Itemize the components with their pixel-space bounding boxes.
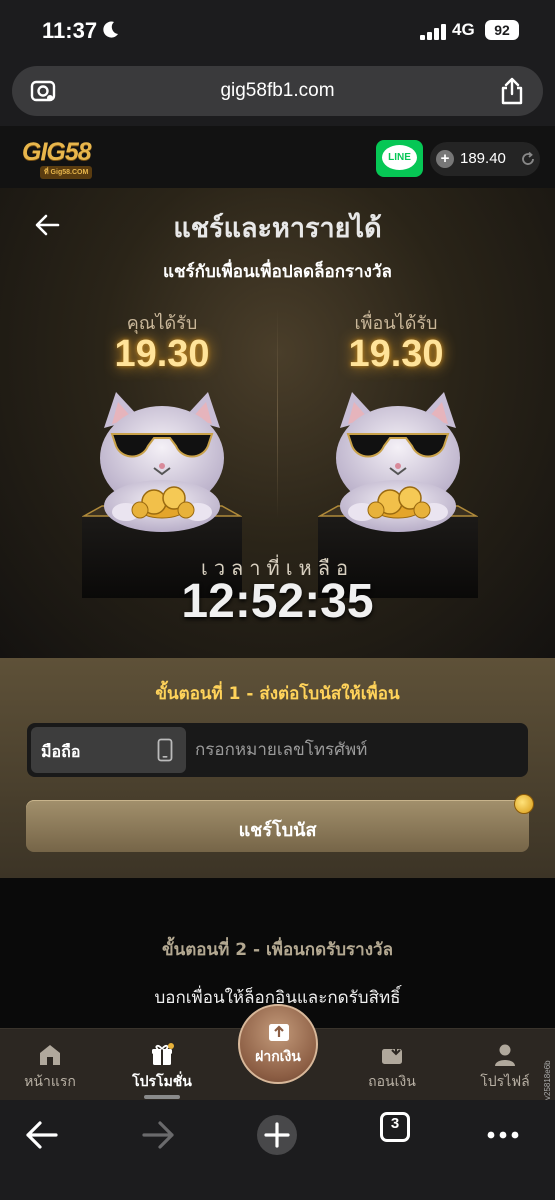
line-contact-button[interactable]: LINE <box>376 140 423 177</box>
wallet-icon <box>382 1045 402 1064</box>
you-get-value: 19.30 <box>114 333 210 375</box>
nav-home-label: หน้าแรก <box>24 1074 76 1090</box>
nav-profile-label: โปรไฟล์ <box>480 1074 530 1090</box>
share-bonus-label: แชร์โบนัส <box>238 820 317 841</box>
step1-panel: ขั้นตอนที่ 1 - ส่งต่อโบนัสให้เพื่อน มือถ… <box>0 658 555 878</box>
page-title: แชร์และหารายได้ <box>173 213 382 244</box>
countdown-timer: 12:52:35 <box>181 575 374 628</box>
deposit-button[interactable]: ฝากเงิน <box>238 1004 318 1084</box>
user-icon <box>495 1044 515 1066</box>
reward-divider <box>277 308 278 518</box>
moon-icon <box>103 21 118 38</box>
nav-promotions[interactable]: โปรโมชั่น <box>112 1029 212 1101</box>
line-icon: LINE <box>382 145 417 170</box>
plus-icon[interactable]: + <box>436 150 454 168</box>
phone-number-input[interactable] <box>195 727 515 773</box>
logo-text: GIG58 <box>22 138 92 166</box>
nav-withdraw-label: ถอนเงิน <box>368 1074 416 1090</box>
site-logo[interactable]: GIG58 ที่ Gig58.COM <box>22 136 122 180</box>
active-tab-indicator <box>144 1095 180 1099</box>
version-text: v25818e6b <box>543 1060 552 1100</box>
gift-icon <box>152 1043 174 1065</box>
tab-switcher-button[interactable]: 3 <box>380 1112 410 1142</box>
refresh-icon[interactable] <box>520 151 536 167</box>
share-hero: แชร์และหารายได้ แชร์กับเพื่อนเพื่อปลดล็อ… <box>0 188 555 658</box>
phone-field: มือถือ <box>27 723 528 777</box>
mobile-phone-icon <box>157 738 173 762</box>
deposit-label: ฝากเงิน <box>255 1049 301 1065</box>
more-icon[interactable] <box>478 1110 528 1160</box>
step2-title: ขั้นตอนที่ 2 - เพื่อนกดรับรางวัล <box>161 940 393 960</box>
share-icon[interactable] <box>499 77 525 105</box>
deposit-icon <box>269 1024 289 1041</box>
coin-icon <box>514 794 534 814</box>
step1-title: ขั้นตอนที่ 1 - ส่งต่อโบนัสให้เพื่อน <box>155 684 400 704</box>
url-text[interactable]: gig58fb1.com <box>12 80 543 102</box>
nav-profile[interactable]: โปรไฟล์ <box>455 1029 555 1101</box>
status-bar: 11:37 4G 92 <box>0 0 555 62</box>
new-tab-icon[interactable] <box>252 1110 302 1160</box>
friend-get-value: 19.30 <box>348 333 444 375</box>
nav-home[interactable]: หน้าแรก <box>0 1029 100 1101</box>
network-type: 4G <box>452 20 475 39</box>
logo-subtext: ที่ Gig58.COM <box>40 166 93 179</box>
home-icon <box>40 1045 60 1065</box>
url-bar[interactable]: gig58fb1.com <box>12 66 543 116</box>
phone-type-label: มือถือ <box>41 742 81 761</box>
browser-address-area: gig58fb1.com <box>0 62 555 126</box>
battery-indicator: 92 <box>485 20 519 40</box>
balance-amount: 189.40 <box>460 150 506 167</box>
site-header: GIG58 ที่ Gig58.COM LINE + 189.40 <box>0 126 555 188</box>
status-time: 11:37 <box>42 18 98 43</box>
browser-toolbar <box>0 1100 555 1200</box>
back-icon[interactable] <box>16 1110 66 1160</box>
forward-icon[interactable] <box>134 1110 184 1160</box>
nav-promotions-label: โปรโมชั่น <box>132 1074 192 1090</box>
phone-type-tag: มือถือ <box>31 727 186 773</box>
signal-icon <box>420 24 446 40</box>
page-subtitle: แชร์กับเพื่อนเพื่อปลดล็อกรางวัล <box>163 262 392 282</box>
nav-withdraw[interactable]: ถอนเงิน <box>342 1029 442 1101</box>
share-bonus-button[interactable]: แชร์โบนัส <box>26 800 529 852</box>
balance-pill[interactable]: + 189.40 <box>430 142 540 176</box>
